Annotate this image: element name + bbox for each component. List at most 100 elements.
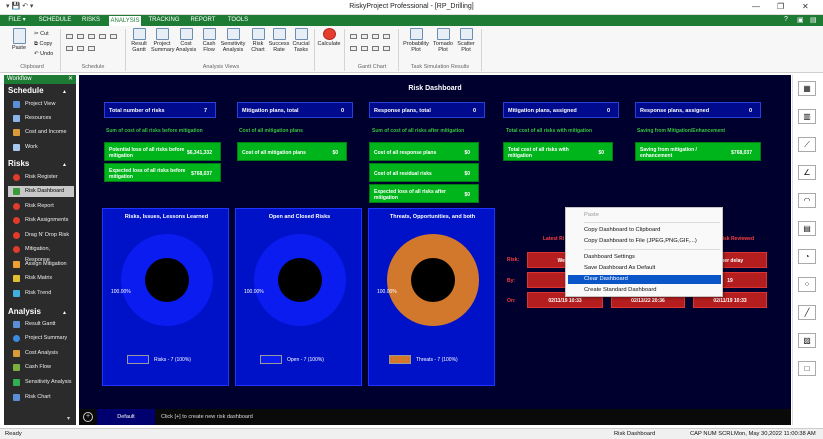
sidebar-item-resources[interactable]: Resources <box>8 113 74 124</box>
analysis-section[interactable]: Analysis ▲ <box>8 307 74 316</box>
move-right-icon[interactable] <box>77 46 84 51</box>
cash-flow-button[interactable]: Cash Flow <box>199 28 219 53</box>
collapse-icon[interactable]: ▲ <box>62 162 67 168</box>
sidebar-item-risk-chart[interactable]: Risk Chart <box>8 392 74 403</box>
probability-plot-button[interactable]: Probability Plot <box>401 28 431 53</box>
move-left-icon[interactable] <box>66 46 73 51</box>
gantt-zoom-in-icon[interactable] <box>350 34 357 39</box>
tab-schedule[interactable]: SCHEDULE <box>36 15 74 26</box>
expected-loss-before-box[interactable]: Expected loss of all risks before mitiga… <box>104 163 221 182</box>
response-plans-cost-box[interactable]: Cost of all response plans $0 <box>369 142 479 161</box>
project-summary-button[interactable]: Project Summary <box>151 28 175 53</box>
gantt-format-icon[interactable] <box>383 46 390 51</box>
menu-item-dashboard-settings[interactable]: Dashboard Settings <box>568 253 721 262</box>
sidebar-item-drag-n-drop-risk[interactable]: Drag N' Drop Risk <box>8 230 74 241</box>
card-mitigation-assigned[interactable]: Mitigation plans, assigned 0 <box>503 102 619 118</box>
expected-loss-after-box[interactable]: Expected loss of all risks after mitigat… <box>369 184 479 203</box>
help-icon[interactable]: ? <box>784 16 788 23</box>
sidebar-menu-icon[interactable]: ▾ <box>67 415 70 422</box>
close-icon[interactable]: ✕ <box>802 2 809 11</box>
calculate-button[interactable]: Calculate <box>316 28 342 47</box>
scatter-plot-button[interactable]: Scatter Plot <box>455 28 477 53</box>
sidebar-item-assign-mitigation[interactable]: Assign Mitigation <box>8 259 74 270</box>
sidebar-item-work[interactable]: Work <box>8 142 74 153</box>
outdent-icon[interactable] <box>77 34 84 39</box>
restore-icon[interactable]: ❐ <box>777 2 784 11</box>
gantt-bars-icon[interactable] <box>372 46 379 51</box>
unlink-icon[interactable] <box>99 34 106 39</box>
table-widget-icon[interactable]: ▤ <box>798 221 816 236</box>
tab-analysis[interactable]: ANALYSIS <box>108 15 142 26</box>
panel-threats-opportunities[interactable]: Threats, Opportunities, and both 100.00%… <box>368 208 495 386</box>
ribbon-toggle-icon[interactable]: ▣ <box>797 16 804 24</box>
menu-item-copy-clipboard[interactable]: Copy Dashboard to Clipboard <box>568 226 721 235</box>
line-widget-icon[interactable]: ╱ <box>798 305 816 320</box>
sidebar-item-project-view[interactable]: Project View <box>8 99 74 110</box>
undo-button[interactable]: ↶ Undo <box>34 51 53 57</box>
sidebar-item-risk-report[interactable]: Risk Report <box>8 201 74 212</box>
cut-button[interactable]: ✂ Cut <box>34 31 49 37</box>
tab-report[interactable]: REPORT <box>187 15 219 26</box>
tab-tools[interactable]: TOOLS <box>224 15 252 26</box>
split-icon[interactable] <box>110 34 117 39</box>
sidebar-item-risk-dashboard[interactable]: Risk Dashboard <box>8 186 74 197</box>
sidebar-item-result-gantt[interactable]: Result Gantt <box>8 319 74 330</box>
menu-item-copy-file[interactable]: Copy Dashboard to File (JPEG,PNG,GIF,...… <box>568 237 721 246</box>
line-chart-widget-icon[interactable]: ⟋ <box>798 137 816 152</box>
sidebar-item-project-summary[interactable]: Project Summary <box>8 333 74 344</box>
card-response-assigned[interactable]: Response plans, assigned 0 <box>635 102 761 118</box>
menu-item-create-standard[interactable]: Create Standard Dashboard <box>568 286 721 295</box>
menu-item-save-default[interactable]: Save Dashboard As Default <box>568 264 721 273</box>
success-rate-button[interactable]: Success Rate <box>268 28 290 53</box>
link-icon[interactable] <box>88 34 95 39</box>
tab-risks[interactable]: RISKS <box>78 15 104 26</box>
menu-item-clear-dashboard[interactable]: Clear Dashboard <box>568 275 721 284</box>
gantt-zoom-out-icon[interactable] <box>361 34 368 39</box>
sidebar-item-cost-analysis[interactable]: Cost Analysis <box>8 348 74 359</box>
collapse-icon[interactable]: ▲ <box>62 89 67 95</box>
risks-section[interactable]: Risks ▲ <box>8 159 74 168</box>
residual-risks-cost-box[interactable]: Cost of all residual risks $0 <box>369 163 479 182</box>
pie-chart-widget-icon[interactable]: ◔ <box>798 249 816 264</box>
gantt-options-icon[interactable] <box>350 46 357 51</box>
card-response-total[interactable]: Response plans, total 0 <box>369 102 485 118</box>
gauge-widget-icon[interactable]: ◠ <box>798 193 816 208</box>
paste-button[interactable]: Paste <box>8 28 30 51</box>
mitigation-plans-cost-box[interactable]: Cost of all mitigation plans $0 <box>237 142 347 161</box>
curve-chart-widget-icon[interactable]: ∠ <box>798 165 816 180</box>
cost-analysis-button[interactable]: Cost Analysis <box>175 28 197 53</box>
minimize-icon[interactable]: — <box>752 2 760 11</box>
sidebar-item-cash-flow[interactable]: Cash Flow <box>8 362 74 373</box>
scatter-widget-icon[interactable]: ⁘ <box>798 277 816 292</box>
copy-button[interactable]: ⧉ Copy <box>34 41 52 48</box>
tab-tracking[interactable]: TRACKING <box>146 15 182 26</box>
gantt-timescale-icon[interactable] <box>361 46 368 51</box>
sensitivity-analysis-button[interactable]: Sensitivity Analysis <box>219 28 247 53</box>
panel-risks-issues[interactable]: Risks, Issues, Lessons Learned 100.00% R… <box>102 208 229 386</box>
indent-icon[interactable] <box>66 34 73 39</box>
table-icon[interactable] <box>88 46 95 51</box>
tornado-plot-button[interactable]: Tornado Plot <box>431 28 455 53</box>
saving-mitigation-box[interactable]: Saving from mitigation / enhancement $768… <box>635 142 761 161</box>
schedule-section[interactable]: Schedule ▲ <box>8 86 74 95</box>
bar-chart-widget-icon[interactable]: ▥ <box>798 109 816 124</box>
sidebar-item-risk-register[interactable]: Risk Register <box>8 172 74 183</box>
sidebar-item-risk-matrix[interactable]: Risk Matrix <box>8 273 74 284</box>
menu-item-paste[interactable]: Paste <box>568 211 721 220</box>
risk-chart-button[interactable]: Risk Chart <box>248 28 268 53</box>
rectangle-widget-icon[interactable]: □ <box>798 361 816 376</box>
options-icon[interactable]: ▤ <box>810 16 817 24</box>
gantt-scroll-icon[interactable] <box>372 34 379 39</box>
numeric-widget-icon[interactable]: ▦ <box>798 81 816 96</box>
image-widget-icon[interactable]: ▨ <box>798 333 816 348</box>
potential-loss-before-box[interactable]: Potential loss of all risks before mitig… <box>104 142 221 161</box>
card-mitigation-total[interactable]: Mitigation plans, total 0 <box>237 102 353 118</box>
total-cost-with-mitigation-box[interactable]: Total cost of all risks with mitigation $… <box>503 142 613 161</box>
collapse-icon[interactable]: ▲ <box>62 310 67 316</box>
sidebar-item-cost-and-income[interactable]: Cost and Income <box>8 127 74 138</box>
sidebar-item-sensitivity-analysis[interactable]: Sensitivity Analysis <box>8 377 74 388</box>
sidebar-item-mitigation-response[interactable]: Mitigation, Response <box>8 244 74 263</box>
gantt-fit-icon[interactable] <box>383 34 390 39</box>
sidebar-item-risk-assignments[interactable]: Risk Assignments <box>8 215 74 226</box>
add-dashboard-button[interactable]: + <box>83 412 93 422</box>
